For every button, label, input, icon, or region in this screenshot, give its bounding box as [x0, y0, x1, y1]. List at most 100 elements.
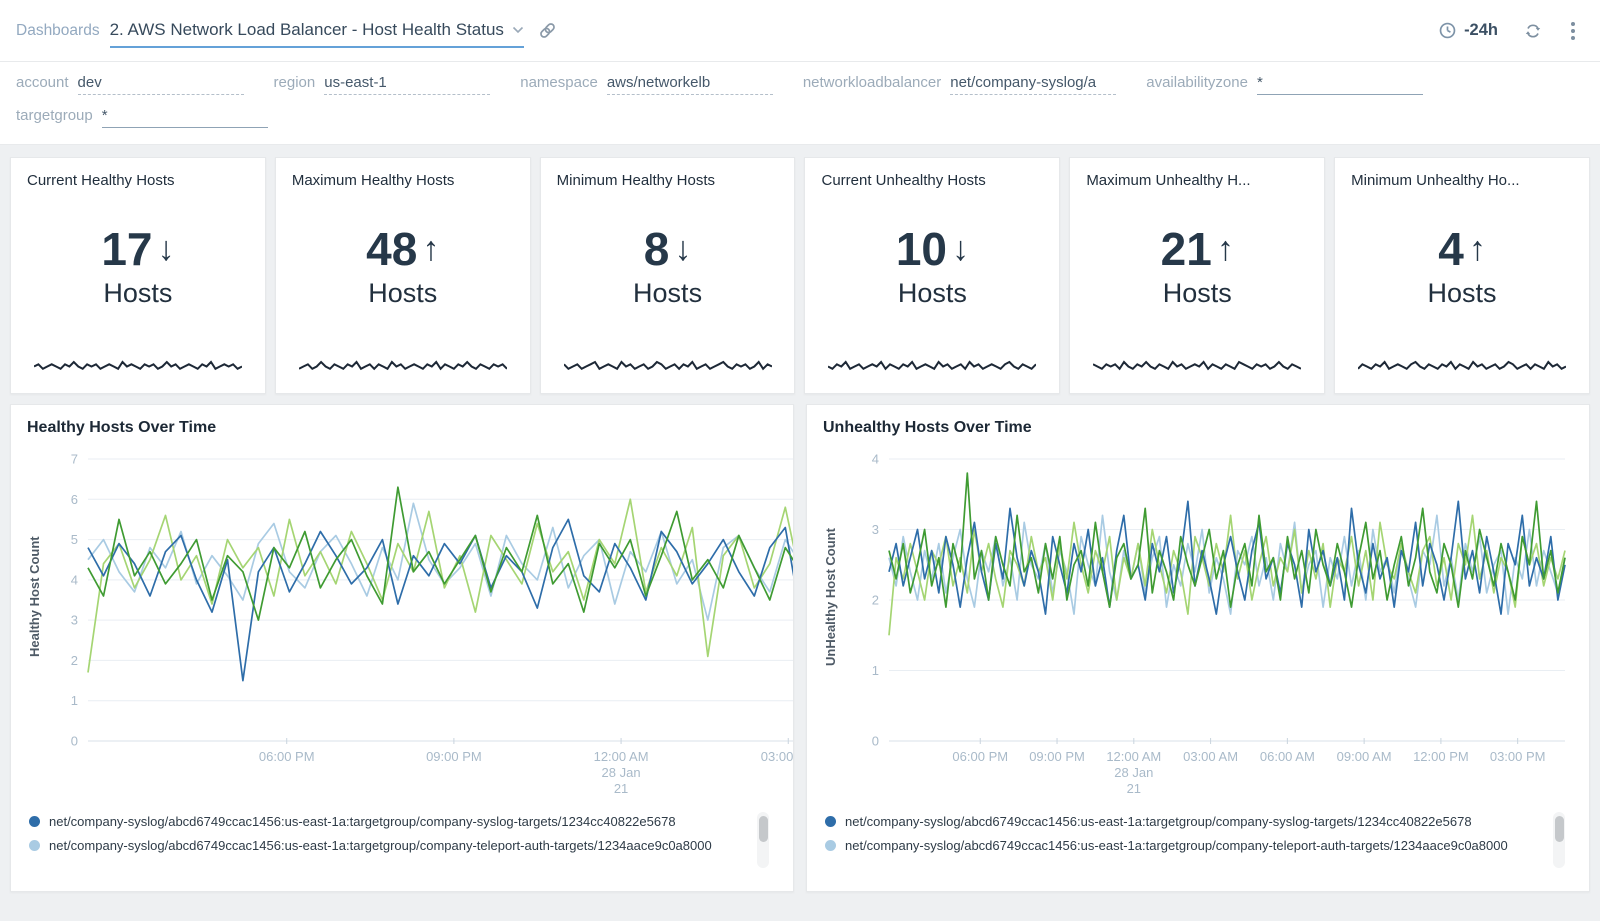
- refresh-icon: [1524, 22, 1542, 40]
- kpi-card-body: 10↓ Hosts: [821, 181, 1043, 353]
- filter-value-networkloadbalancer[interactable]: net/company-syslog/a: [950, 74, 1116, 95]
- chart-title: Unhealthy Hosts Over Time: [823, 419, 1573, 437]
- more-menu-button[interactable]: [1568, 19, 1578, 43]
- chart-panel: Healthy Hosts Over TimeHealthy Host Coun…: [10, 404, 794, 892]
- kpi-card-body: 4↑ Hosts: [1351, 181, 1573, 353]
- kpi-card: Current Unhealthy Hosts10↓Hosts: [804, 157, 1060, 394]
- legend-color-dot: [825, 816, 836, 827]
- filter-availabilityzone: availabilityzone *: [1146, 74, 1423, 95]
- svg-text:1: 1: [872, 663, 879, 678]
- chevron-down-icon: [512, 26, 524, 34]
- kpi-value: 4↑: [1438, 226, 1486, 272]
- legend-color-dot: [29, 816, 40, 827]
- svg-text:12:00 AM: 12:00 AM: [1106, 749, 1161, 764]
- svg-text:2: 2: [71, 653, 78, 668]
- filter-namespace: namespace aws/networkelb: [520, 74, 773, 95]
- filter-networkloadbalancer: networkloadbalancer net/company-syslog/a: [803, 74, 1116, 95]
- svg-text:1: 1: [71, 693, 78, 708]
- filter-account: accountdev: [16, 74, 244, 95]
- legend-item[interactable]: net/company-syslog/abcd6749ccac1456:us-e…: [27, 812, 741, 832]
- svg-text:06:00 PM: 06:00 PM: [259, 749, 315, 764]
- kpi-value-number: 8: [644, 226, 670, 272]
- chart-area: Healthy Host Count0123456706:00 PM09:00 …: [27, 447, 777, 808]
- kpi-card-body: 17↓ Hosts: [27, 181, 249, 353]
- legend-item[interactable]: net/company-syslog/abcd6749ccac1456:us-e…: [27, 836, 741, 856]
- kpi-card: Current Healthy Hosts17↓Hosts: [10, 157, 266, 394]
- kpi-unit: Hosts: [103, 278, 172, 309]
- svg-text:4: 4: [71, 572, 78, 587]
- kpi-card-body: 21↑ Hosts: [1086, 181, 1308, 353]
- filter-label: region: [274, 74, 316, 91]
- legend-scrollbar[interactable]: [757, 812, 769, 868]
- kpi-card: Maximum Unhealthy H...21↑Hosts: [1069, 157, 1325, 394]
- chart-area: UnHealthy Host Count0123406:00 PM09:00 P…: [823, 447, 1573, 808]
- kpi-value: 8↓: [644, 226, 692, 272]
- kpi-unit: Hosts: [1163, 278, 1232, 309]
- legend-label: net/company-syslog/abcd6749ccac1456:us-e…: [49, 812, 676, 832]
- filter-label: namespace: [520, 74, 598, 91]
- kpi-value-number: 21: [1161, 226, 1212, 272]
- chart-legend: net/company-syslog/abcd6749ccac1456:us-e…: [27, 812, 777, 870]
- svg-text:5: 5: [71, 532, 78, 547]
- svg-text:12:00 AM: 12:00 AM: [594, 749, 649, 764]
- time-range-button[interactable]: -24h: [1438, 21, 1498, 40]
- filter-bar: accountdev region us-east-1 namespace aws/ne…: [0, 62, 1600, 145]
- svg-text:3: 3: [872, 522, 879, 537]
- trend-down-icon: ↓: [952, 232, 969, 266]
- page-title: 2. AWS Network Load Balancer - Host Heal…: [110, 20, 504, 40]
- filter-region: region us-east-1: [274, 74, 491, 95]
- chart-panel: Unhealthy Hosts Over Time UnHealthy Host …: [806, 404, 1590, 892]
- trend-up-icon: ↑: [1469, 232, 1486, 266]
- trend-up-icon: ↑: [1217, 232, 1234, 266]
- kpi-unit: Hosts: [1428, 278, 1497, 309]
- kpi-value-number: 4: [1438, 226, 1464, 272]
- trend-up-icon: ↑: [422, 232, 439, 266]
- kpi-sparkline: [557, 353, 779, 379]
- legend-scrollbar[interactable]: [1553, 812, 1565, 868]
- filter-value-region[interactable]: us-east-1: [324, 74, 490, 95]
- svg-text:03:00 AM: 03:00 AM: [761, 749, 794, 764]
- kpi-card-body: 48↑Hosts: [292, 181, 514, 353]
- kpi-row: Current Healthy Hosts17↓HostsMaximum Hea…: [10, 157, 1590, 394]
- svg-text:06:00 AM: 06:00 AM: [1260, 749, 1315, 764]
- filter-label: targetgroup: [16, 107, 93, 124]
- svg-text:4: 4: [872, 452, 879, 467]
- y-axis-label: UnHealthy Host Count: [823, 447, 843, 747]
- legend-item[interactable]: net/company-syslog/abcd6749ccac1456:us-e…: [823, 836, 1537, 856]
- filter-targetgroup: targetgroup *: [16, 107, 268, 128]
- svg-text:28 Jan: 28 Jan: [602, 765, 641, 780]
- svg-text:0: 0: [872, 734, 879, 749]
- breadcrumb-dashboards[interactable]: Dashboards: [16, 22, 100, 40]
- filter-value-availabilityzone[interactable]: *: [1257, 74, 1423, 95]
- filter-label: networkloadbalancer: [803, 74, 941, 91]
- top-bar: Dashboards 2. AWS Network Load Balancer …: [0, 0, 1600, 62]
- filter-value-targetgroup[interactable]: *: [102, 107, 268, 128]
- kpi-unit: Hosts: [898, 278, 967, 309]
- kpi-sparkline: [292, 353, 514, 379]
- svg-text:21: 21: [614, 781, 628, 796]
- svg-text:7: 7: [71, 452, 78, 467]
- svg-text:09:00 PM: 09:00 PM: [1029, 749, 1085, 764]
- kpi-card: Minimum Unhealthy Ho...4↑Hosts: [1334, 157, 1590, 394]
- trend-down-icon: ↓: [158, 232, 175, 266]
- chart-legend: net/company-syslog/abcd6749ccac1456:us-e…: [823, 812, 1573, 870]
- kpi-value: 21↑: [1161, 226, 1234, 272]
- kpi-value: 48↑: [366, 226, 439, 272]
- kpi-sparkline: [821, 353, 1043, 379]
- filter-value-namespace[interactable]: aws/networkelb: [607, 74, 773, 95]
- svg-text:0: 0: [71, 734, 78, 749]
- line-chart: 0123406:00 PM09:00 PM12:00 AM28 Jan2103:…: [843, 447, 1573, 803]
- filter-value-account[interactable]: dev: [78, 74, 244, 95]
- svg-text:3: 3: [71, 613, 78, 628]
- legend-item[interactable]: net/company-syslog/abcd6749ccac1456:us-e…: [823, 812, 1537, 832]
- link-icon[interactable]: [538, 21, 557, 40]
- kpi-value: 10↓: [896, 226, 969, 272]
- kpi-value: 17↓: [101, 226, 174, 272]
- refresh-button[interactable]: [1524, 22, 1542, 40]
- svg-text:2: 2: [872, 593, 879, 608]
- kpi-value-number: 17: [101, 226, 152, 272]
- clock-icon: [1438, 21, 1457, 40]
- dashboard-title-dropdown[interactable]: 2. AWS Network Load Balancer - Host Heal…: [110, 20, 524, 48]
- filter-label: availabilityzone: [1146, 74, 1248, 91]
- chart-title: Healthy Hosts Over Time: [27, 419, 777, 437]
